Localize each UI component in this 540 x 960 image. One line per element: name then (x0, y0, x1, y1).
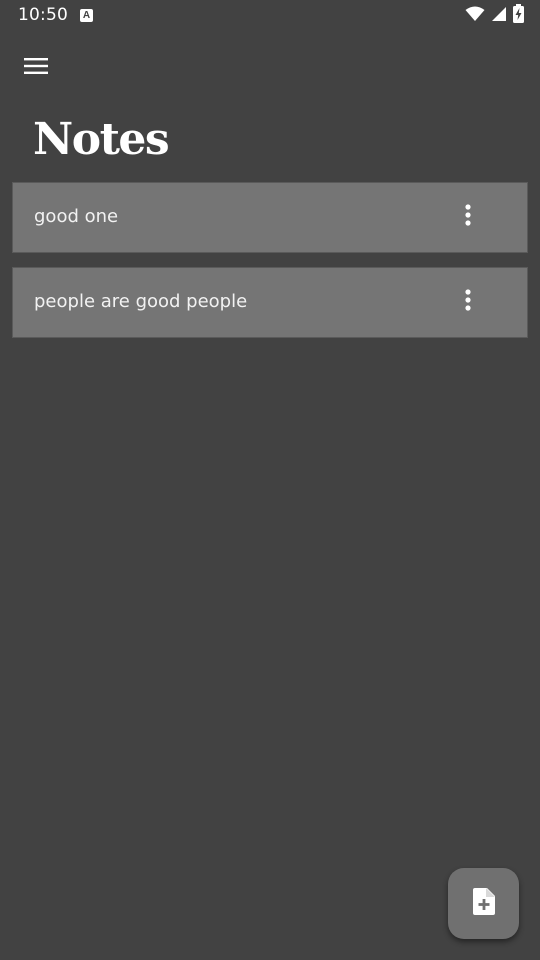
more-vert-icon (465, 288, 471, 316)
note-menu-button[interactable] (451, 200, 485, 234)
hamburger-menu-icon (24, 57, 48, 80)
wifi-icon (465, 6, 485, 27)
more-vert-icon (465, 203, 471, 231)
menu-button[interactable] (14, 46, 58, 90)
note-item[interactable]: people are good people (12, 267, 528, 338)
note-add-icon (472, 887, 495, 920)
battery-charging-icon (513, 4, 524, 28)
note-item[interactable]: good one (12, 182, 528, 253)
cell-signal-icon (491, 6, 507, 27)
note-text: good one (34, 206, 119, 227)
note-text: people are good people (34, 291, 248, 312)
note-menu-button[interactable] (451, 285, 485, 319)
status-time: 10:50 (18, 5, 68, 25)
add-note-button[interactable] (448, 868, 519, 939)
notes-screen: 10:50 A Notes good one people are good p… (0, 0, 540, 960)
notes-list: good one people are good people (12, 182, 528, 352)
status-icons (465, 4, 524, 28)
a-icon: A (80, 9, 93, 22)
page-title: Notes (33, 114, 170, 165)
status-bar: 10:50 A (0, 0, 540, 32)
